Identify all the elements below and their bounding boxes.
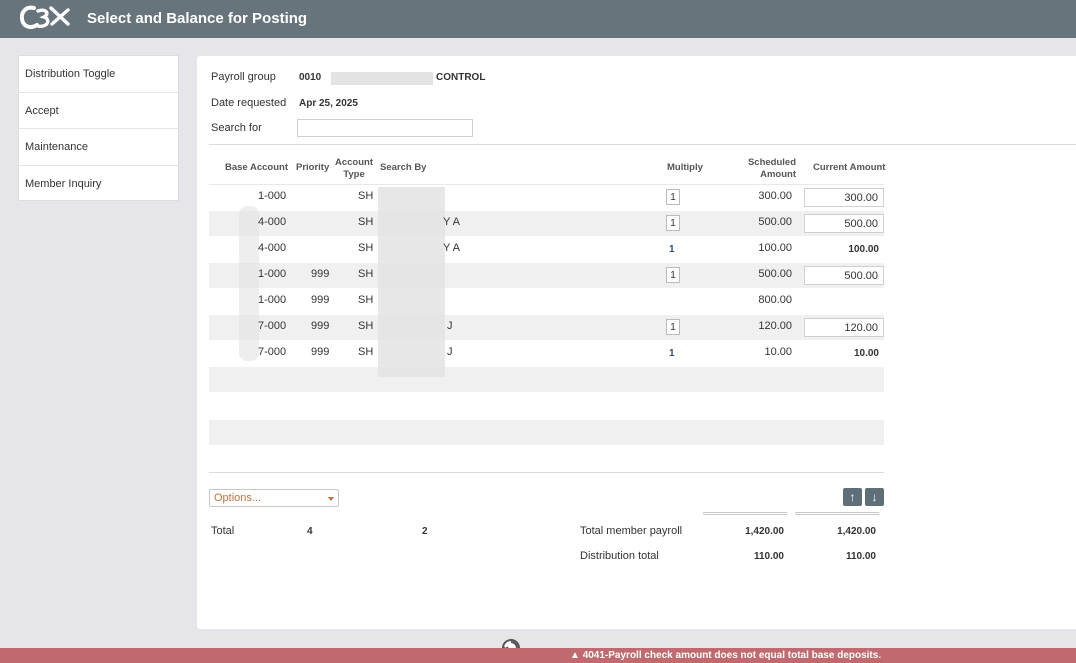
- col-header-search-by: Search By: [380, 162, 427, 173]
- distribution-total-scheduled: 110.00: [753, 551, 784, 562]
- base-account-cell: 1-000: [258, 268, 287, 280]
- col-header-base-account: Base Account: [225, 162, 288, 173]
- search-by-cell: J: [447, 346, 453, 358]
- multiply-input[interactable]: 1: [666, 189, 680, 205]
- base-account-cell: 1-000: [258, 190, 287, 202]
- priority-cell: 999: [311, 268, 330, 280]
- arrow-up-icon: ↑: [849, 490, 856, 504]
- logo-icon: [19, 5, 70, 29]
- total-member-payroll-current: 1,420.00: [837, 526, 876, 537]
- col-header-current-amount: Current Amount: [813, 162, 886, 173]
- total-member-payroll-scheduled: 1,420.00: [745, 526, 784, 537]
- col-header-priority: Priority: [296, 162, 330, 173]
- search-by-cell: J: [447, 320, 453, 332]
- date-requested-value: Apr 25, 2025: [299, 98, 358, 109]
- table-header-divider: [209, 184, 884, 185]
- current-amount-input[interactable]: 500.00: [804, 266, 884, 285]
- total-member-payroll-label: Total member payroll: [580, 525, 683, 537]
- multiply-value: 1: [669, 348, 675, 359]
- current-amount-value: 100.00: [848, 244, 879, 255]
- empty-row: [209, 420, 884, 445]
- page-title: Select and Balance for Posting: [87, 10, 308, 27]
- search-by-cell: Y A: [443, 216, 460, 228]
- scheduled-amount-cell: 500.00: [758, 268, 792, 280]
- payroll-group-name: CONTROL: [436, 72, 486, 83]
- base-account-cell: 4-000: [258, 242, 287, 254]
- chevron-down-icon: [328, 497, 334, 501]
- col-header-scheduled-amount: Scheduled Amount: [747, 157, 796, 180]
- account-type-cell: SH: [358, 320, 374, 332]
- current-amount-value: 10.00: [853, 348, 879, 359]
- multiply-value: 1: [669, 244, 675, 255]
- col-header-multiply: Multiply: [667, 162, 703, 173]
- options-dropdown[interactable]: Options...: [209, 489, 339, 507]
- scheduled-amount-cell: 800.00: [758, 294, 792, 306]
- divider: [209, 144, 1076, 145]
- warning-icon: ▲: [570, 650, 580, 661]
- redacted-block: [239, 206, 259, 361]
- current-amount-input[interactable]: 300.00: [804, 188, 884, 207]
- search-by-cell: Y A: [443, 242, 460, 254]
- distribution-total-label: Distribution total: [580, 550, 659, 562]
- total-count: 4: [307, 526, 313, 537]
- redacted-block: [331, 72, 433, 85]
- main-panel: Payroll group 0010 CONTROL Date requeste…: [197, 56, 1076, 629]
- error-banner: ▲ 4041-Payroll check amount does not equ…: [0, 648, 1076, 663]
- sidebar-item-maintenance[interactable]: Maintenance: [19, 129, 178, 166]
- current-amount-input[interactable]: 500.00: [804, 214, 884, 233]
- multiply-input[interactable]: 1: [666, 267, 680, 283]
- base-account-cell: 1-000: [258, 294, 287, 306]
- options-label: Options...: [214, 492, 262, 504]
- payroll-group-label: Payroll group: [211, 71, 276, 83]
- scheduled-amount-cell: 500.00: [758, 216, 792, 228]
- error-message: ▲ 4041-Payroll check amount does not equ…: [570, 650, 881, 661]
- scheduled-amount-cell: 300.00: [758, 190, 792, 202]
- sidebar-item-member-inquiry[interactable]: Member Inquiry: [19, 166, 178, 203]
- base-account-cell: 7-000: [258, 320, 287, 332]
- scheduled-amount-cell: 120.00: [758, 320, 792, 332]
- account-type-cell: SH: [358, 268, 374, 280]
- sidebar-item-distribution-toggle[interactable]: Distribution Toggle: [19, 56, 178, 93]
- priority-cell: 999: [311, 294, 330, 306]
- account-type-cell: SH: [358, 190, 374, 202]
- sidebar-menu: Distribution Toggle Accept Maintenance M…: [18, 55, 179, 201]
- account-type-cell: SH: [358, 346, 374, 358]
- redacted-block: [378, 187, 445, 377]
- summary-divider: [703, 512, 787, 515]
- multiply-input[interactable]: 1: [666, 319, 680, 335]
- date-requested-label: Date requested: [211, 97, 287, 109]
- base-account-cell: 7-000: [258, 346, 287, 358]
- multiply-input[interactable]: 1: [666, 215, 680, 231]
- priority-cell: 999: [311, 346, 330, 358]
- current-amount-input[interactable]: 120.00: [804, 318, 884, 337]
- priority-cell: 999: [311, 320, 330, 332]
- payroll-group-code: 0010: [299, 72, 322, 83]
- account-type-cell: SH: [358, 294, 374, 306]
- col-header-account-type: Account Type: [335, 157, 373, 180]
- account-type-cell: SH: [358, 242, 374, 254]
- move-down-button[interactable]: ↓: [865, 488, 884, 506]
- empty-row: [209, 367, 884, 392]
- search-input[interactable]: [297, 119, 473, 137]
- account-type-cell: SH: [358, 216, 374, 228]
- search-label: Search for: [211, 122, 262, 134]
- arrow-down-icon: ↓: [871, 490, 878, 504]
- base-account-cell: 4-000: [258, 216, 287, 228]
- total-count: 2: [422, 526, 428, 537]
- error-message-text: 4041-Payroll check amount does not equal…: [582, 650, 882, 661]
- sidebar-item-accept[interactable]: Accept: [19, 93, 178, 129]
- scheduled-amount-cell: 100.00: [758, 242, 792, 254]
- app-header: Select and Balance for Posting: [0, 0, 1076, 38]
- move-up-button[interactable]: ↑: [843, 488, 862, 506]
- scheduled-amount-cell: 10.00: [764, 346, 792, 358]
- total-label: Total: [211, 525, 235, 537]
- divider: [209, 472, 884, 473]
- summary-divider: [795, 512, 879, 515]
- distribution-total-current: 110.00: [845, 551, 876, 562]
